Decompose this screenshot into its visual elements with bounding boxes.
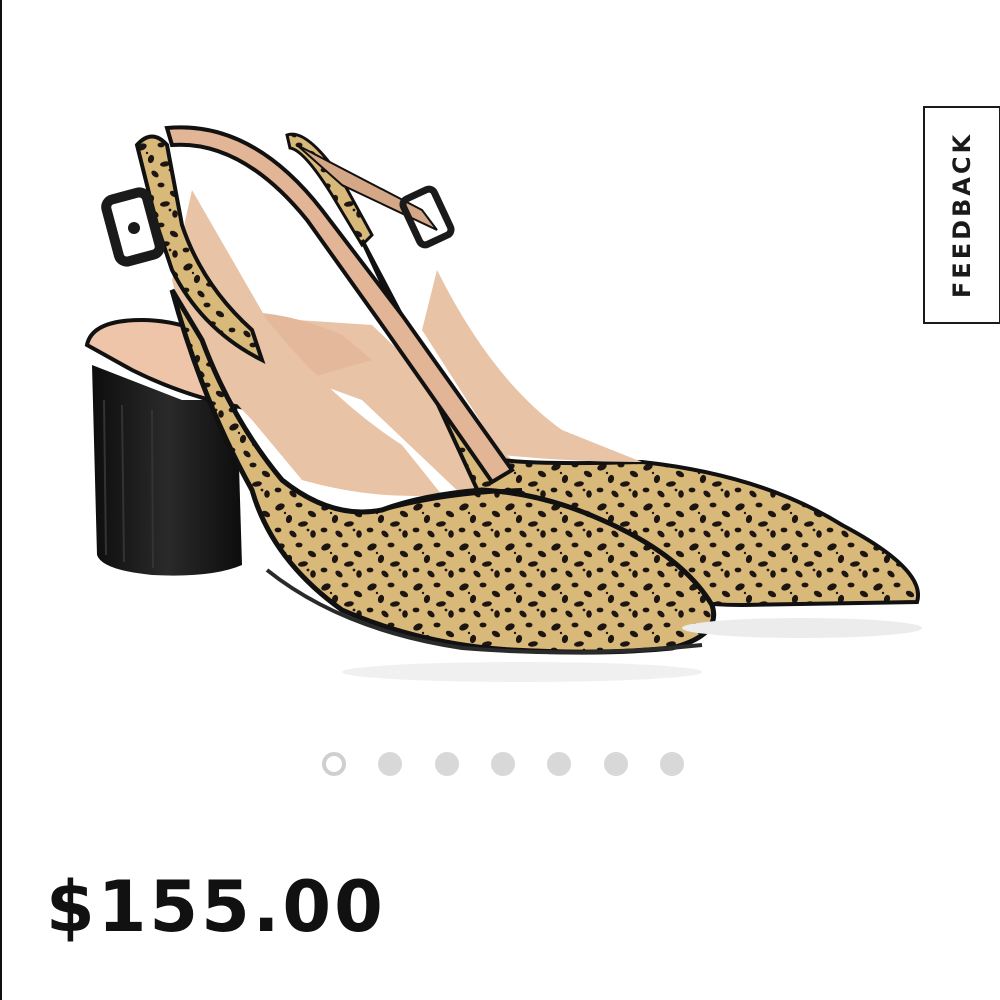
feedback-label: FEEDBACK bbox=[948, 131, 976, 299]
feedback-tab[interactable]: FEEDBACK bbox=[923, 106, 1000, 324]
product-price: $155.00 bbox=[46, 866, 386, 948]
carousel-dot-3[interactable] bbox=[434, 752, 459, 776]
carousel-dot-5[interactable] bbox=[547, 752, 572, 776]
product-image[interactable] bbox=[42, 100, 942, 700]
image-carousel-dots bbox=[322, 752, 684, 776]
carousel-dot-2[interactable] bbox=[378, 752, 403, 776]
carousel-dot-4[interactable] bbox=[490, 752, 515, 776]
carousel-dot-1[interactable] bbox=[322, 752, 346, 776]
carousel-dot-7[interactable] bbox=[659, 752, 684, 776]
carousel-dot-6[interactable] bbox=[603, 752, 628, 776]
product-screen: FEEDBACK $155.00 bbox=[0, 0, 1000, 1000]
